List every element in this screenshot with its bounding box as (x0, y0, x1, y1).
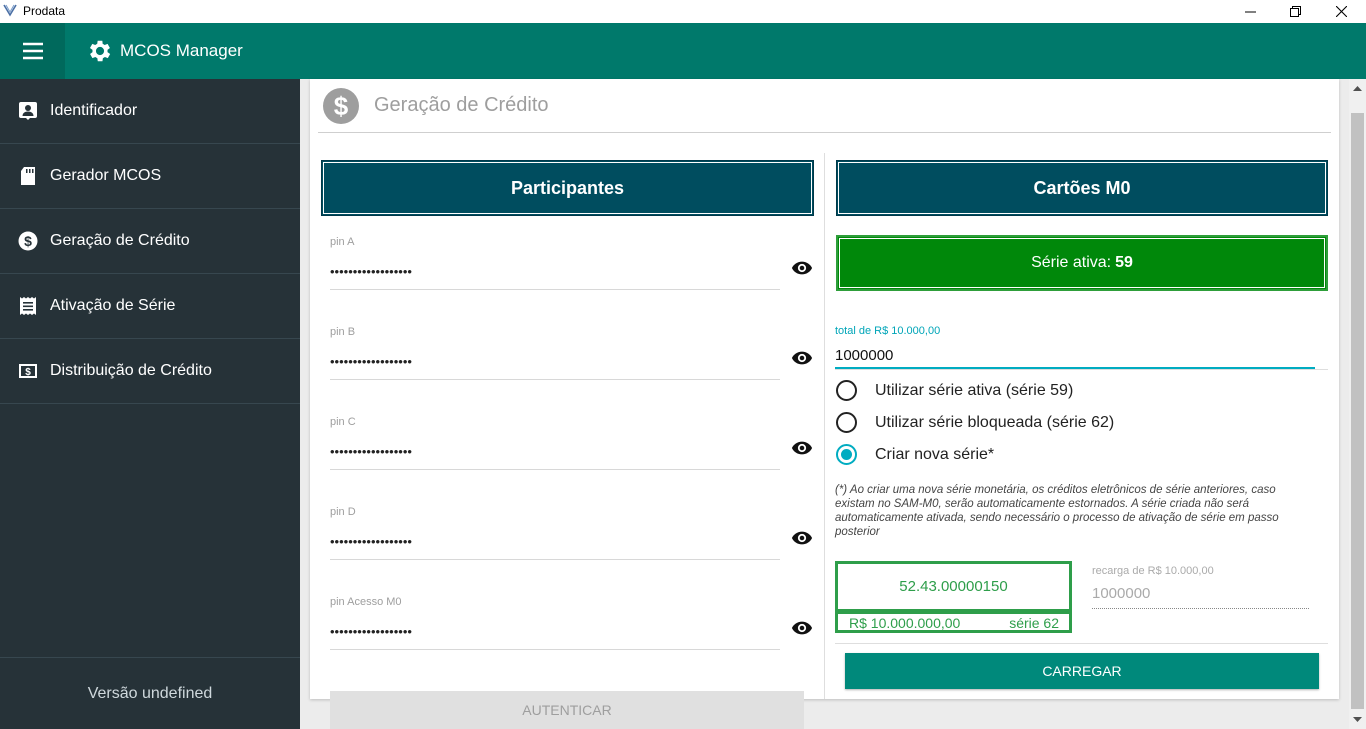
pin-d-label: pin D (330, 506, 356, 518)
svg-text:$: $ (24, 233, 32, 249)
app-logo-icon (3, 4, 17, 17)
dollar-circle-icon: $ (18, 231, 38, 251)
svg-text:$: $ (25, 367, 31, 378)
receipt-icon (20, 297, 36, 315)
page-header: $ Geração de Crédito (318, 79, 1331, 133)
sidebar-item-label: Gerador MCOS (50, 167, 162, 184)
radio-circle[interactable] (836, 412, 857, 433)
scroll-down-icon[interactable] (1353, 717, 1362, 723)
page-title: Geração de Crédito (374, 94, 549, 116)
dollar-circle-icon: $ (323, 87, 359, 124)
radio-serie-bloqueada[interactable]: Utilizar série bloqueada (série 62) (836, 412, 1114, 433)
scroll-thumb[interactable] (1351, 113, 1364, 709)
radio-circle[interactable] (836, 380, 857, 401)
gear-icon (89, 40, 111, 62)
serie-ativa-value: 59 (1115, 254, 1133, 271)
minimize-icon (1244, 11, 1256, 13)
radio-label: Utilizar série ativa (série 59) (875, 381, 1074, 399)
autenticar-button[interactable]: AUTENTICAR (330, 691, 804, 729)
pin-c-label: pin C (330, 416, 356, 428)
close-button[interactable] (1318, 0, 1364, 23)
pin-b-value: •••••••••••••••••• (330, 354, 412, 369)
id-badge-icon (19, 102, 37, 120)
app-bar: MCOS Manager (0, 23, 1366, 79)
card-serie: série 62 (1009, 615, 1059, 631)
window-titlebar: Prodata (0, 0, 1366, 23)
pin-d-field[interactable]: pin D •••••••••••••••••• (330, 506, 780, 560)
sidebar-item-label: Geração de Crédito (50, 232, 190, 249)
hamburger-icon (22, 42, 43, 60)
app-title: MCOS Manager (120, 41, 243, 60)
radio-label: Utilizar série bloqueada (série 62) (875, 413, 1115, 431)
version-label: Versão undefined (0, 657, 300, 729)
pin-a-value: •••••••••••••••••• (330, 264, 412, 279)
credit-card-panel: $ Geração de Crédito Participantes pin A… (310, 79, 1339, 699)
card-number: 52.43.00000150 (899, 577, 1008, 595)
eye-icon[interactable] (791, 527, 813, 549)
pin-acesso-m0-field[interactable]: pin Acesso M0 •••••••••••••••••• (330, 596, 780, 650)
sidebar-item-label: Ativação de Série (50, 297, 176, 314)
card-divider (838, 609, 1069, 614)
radio-serie-ativa[interactable]: Utilizar série ativa (série 59) (836, 380, 1073, 401)
nova-serie-note: (*) Ao criar uma nova série monetária, o… (835, 484, 1279, 538)
menu-button[interactable] (0, 23, 65, 79)
serie-ativa-banner: Série ativa: 59 (836, 235, 1328, 291)
sidebar-item-label: Identificador (50, 102, 138, 119)
sidebar-item-identificador[interactable]: Identificador (0, 79, 300, 144)
svg-text:$: $ (334, 91, 349, 121)
pin-c-value: •••••••••••••••••• (330, 444, 412, 459)
sidebar-item-label: Distribuição de Crédito (50, 362, 212, 379)
recarga-label: recarga de R$ 10.000,00 (1092, 565, 1214, 577)
radio-label: Criar nova série* (875, 445, 995, 463)
eye-icon[interactable] (791, 257, 813, 279)
pin-acesso-m0-label: pin Acesso M0 (330, 596, 402, 608)
pin-c-field[interactable]: pin C •••••••••••••••••• (330, 416, 780, 470)
sidebar-item-gerador-mcos[interactable]: Gerador MCOS (0, 144, 300, 209)
sidebar-item-geracao-credito[interactable]: $ Geração de Crédito (0, 209, 300, 274)
eye-icon[interactable] (791, 437, 813, 459)
money-icon: $ (19, 364, 37, 378)
main-content: $ Geração de Crédito Participantes pin A… (300, 79, 1349, 729)
serie-ativa-label: Série ativa: (1031, 254, 1112, 271)
sidebar-item-distribuicao-credito[interactable]: $ Distribuição de Crédito (0, 339, 300, 404)
restore-button[interactable] (1272, 0, 1318, 23)
right-separator (835, 643, 1328, 644)
eye-icon[interactable] (791, 617, 813, 639)
cartoes-header: Cartões M0 (836, 160, 1328, 216)
sidebar-item-ativacao-serie[interactable]: Ativação de Série (0, 274, 300, 339)
pin-b-label: pin B (330, 326, 356, 338)
eye-icon[interactable] (791, 347, 813, 369)
close-icon (1335, 6, 1347, 17)
vertical-scrollbar[interactable] (1349, 79, 1366, 729)
restore-icon (1289, 6, 1301, 17)
recarga-input[interactable]: 1000000 (1092, 585, 1309, 609)
radio-nova-serie[interactable]: Criar nova série* (836, 444, 994, 465)
window-title: Prodata (23, 4, 66, 18)
pin-b-field[interactable]: pin B •••••••••••••••••• (330, 326, 780, 380)
pin-a-label: pin A (330, 236, 355, 248)
carregar-button[interactable]: CARREGAR (845, 653, 1319, 689)
participantes-header: Participantes (321, 160, 814, 216)
sidebar: Identificador Gerador MCOS $ Geração de … (0, 79, 300, 729)
minimize-button[interactable] (1227, 0, 1273, 23)
column-divider (824, 153, 825, 699)
card-amount: R$ 10.000.000,00 (849, 615, 961, 631)
pin-a-field[interactable]: pin A •••••••••••••••••• (330, 236, 780, 290)
total-input[interactable]: 1000000 (835, 347, 1315, 369)
total-underline (835, 369, 1328, 370)
total-label: total de R$ 10.000,00 (835, 325, 941, 337)
pin-acesso-m0-value: •••••••••••••••••• (330, 624, 412, 639)
app-brand: MCOS Manager (86, 23, 243, 79)
card-preview: 52.43.00000150 R$ 10.000.000,00 série 62 (835, 561, 1072, 633)
sd-card-icon (21, 167, 35, 185)
scroll-up-icon[interactable] (1353, 85, 1362, 91)
pin-d-value: •••••••••••••••••• (330, 534, 412, 549)
radio-circle[interactable] (836, 444, 857, 465)
